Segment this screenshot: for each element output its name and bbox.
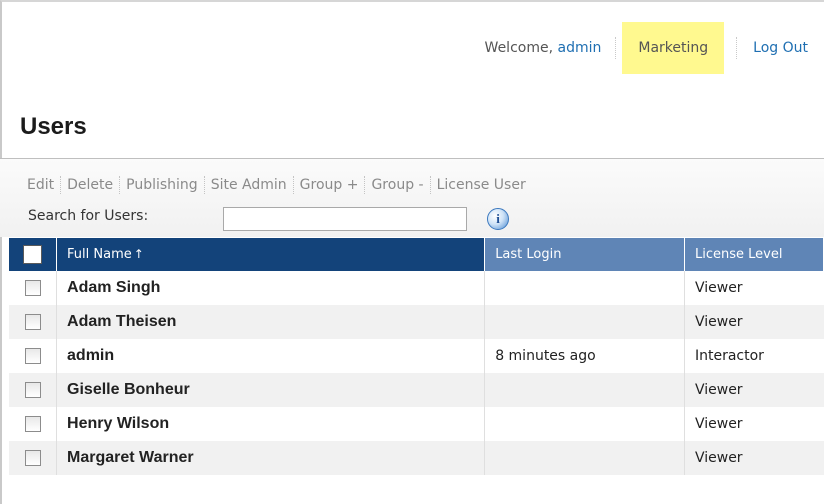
site-switcher[interactable]: Marketing <box>622 22 725 74</box>
table-row: Margaret Warner Viewer <box>9 441 824 475</box>
user-name-link[interactable]: admin <box>56 339 486 373</box>
info-icon[interactable]: i <box>487 208 509 230</box>
welcome-text: Welcome, admin <box>485 40 616 56</box>
username-link[interactable]: admin <box>558 40 602 56</box>
row-select-cell <box>9 441 58 475</box>
column-header-license-level[interactable]: License Level <box>684 238 824 271</box>
table-row: Henry Wilson Viewer <box>9 407 824 441</box>
select-all-cell <box>9 238 58 271</box>
table-row: admin 8 minutes ago Interactor <box>9 339 824 373</box>
last-login-cell <box>484 407 685 441</box>
column-header-last-login[interactable]: Last Login <box>484 238 685 271</box>
search-label: Search for Users: <box>28 208 149 224</box>
table-row: Adam Theisen Viewer <box>9 305 824 339</box>
license-level-cell: Interactor <box>694 348 764 364</box>
license-level-cell: Viewer <box>684 305 824 339</box>
license-user-button[interactable]: License User <box>434 177 529 193</box>
select-all-checkbox[interactable] <box>23 245 43 264</box>
row-select-cell <box>9 339 58 373</box>
user-name-link[interactable]: Adam Singh <box>56 271 486 305</box>
search-input[interactable] <box>223 207 467 231</box>
row-select-cell <box>9 271 58 305</box>
row-select-cell <box>9 407 58 441</box>
toolbar-divider <box>292 176 294 194</box>
site-admin-button[interactable]: Site Admin <box>208 177 290 193</box>
row-select-cell <box>9 305 58 339</box>
last-login-cell <box>484 305 685 339</box>
row-checkbox[interactable] <box>24 314 41 330</box>
group-remove-button[interactable]: Group - <box>368 177 426 193</box>
toolbar-divider <box>203 176 205 194</box>
logout-link[interactable]: Log Out <box>737 40 824 56</box>
row-checkbox[interactable] <box>24 416 41 432</box>
user-name-link[interactable]: Margaret Warner <box>56 441 486 475</box>
column-header-full-name[interactable]: Full Name ↑ <box>56 238 486 271</box>
action-toolbar: Edit Delete Publishing Site Admin Group … <box>24 176 529 194</box>
toolbar-divider <box>119 176 121 194</box>
last-login-cell <box>484 373 685 407</box>
last-login-cell <box>484 441 685 475</box>
column-label-full-name: Full Name <box>67 247 132 262</box>
user-name-link[interactable]: Adam Theisen <box>56 305 486 339</box>
publishing-button[interactable]: Publishing <box>123 177 201 193</box>
row-select-cell <box>9 373 58 407</box>
welcome-prefix: Welcome, <box>484 40 554 56</box>
page-title: Users <box>20 113 87 140</box>
row-checkbox[interactable] <box>24 348 41 364</box>
table-row: Adam Singh Viewer <box>9 271 824 305</box>
users-table: Full Name ↑ Last Login License Level Adam… <box>9 238 824 475</box>
row-checkbox[interactable] <box>24 382 41 398</box>
user-name-link[interactable]: Henry Wilson <box>56 407 486 441</box>
nav-divider <box>615 37 617 59</box>
row-checkbox[interactable] <box>24 450 41 466</box>
toolbar-divider <box>429 176 431 194</box>
edit-button[interactable]: Edit <box>24 177 57 193</box>
license-level-cell: Viewer <box>694 416 743 432</box>
table-row: Giselle Bonheur Viewer <box>9 373 824 407</box>
license-level-cell: Viewer <box>684 441 824 475</box>
group-add-button[interactable]: Group + <box>297 177 362 193</box>
search-row: Search for Users: <box>28 208 148 224</box>
last-login-cell: 8 minutes ago <box>484 339 685 373</box>
toolbar-divider <box>60 176 62 194</box>
toolbar-divider <box>364 176 366 194</box>
last-login-cell <box>484 271 685 305</box>
row-checkbox[interactable] <box>24 280 41 296</box>
user-name-link[interactable]: Giselle Bonheur <box>56 373 486 407</box>
sort-ascending-icon: ↑ <box>133 247 144 261</box>
table-header-row: Full Name ↑ Last Login License Level <box>9 238 824 271</box>
license-level-cell: Viewer <box>694 280 743 296</box>
top-navigation: Welcome, admin Marketing Log Out <box>485 22 824 74</box>
delete-button[interactable]: Delete <box>64 177 116 193</box>
license-level-cell: Viewer <box>684 373 824 407</box>
